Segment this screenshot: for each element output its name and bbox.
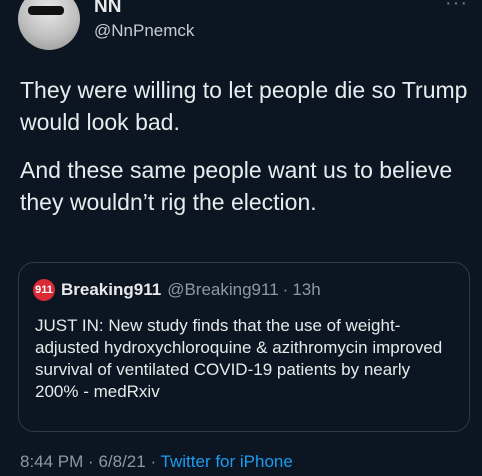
tweet-text: They were willing to let people die so T…	[20, 74, 470, 234]
author-handle[interactable]: @NnPnemck	[94, 20, 194, 42]
tweet-date: 6/8/21	[98, 452, 146, 471]
tweet-header: NN @NnPnemck	[18, 0, 194, 50]
quoted-author-handle: @Breaking911	[167, 280, 279, 299]
more-icon[interactable]: ···	[445, 0, 468, 15]
avatar-sunglasses	[28, 6, 64, 15]
quoted-author-name: Breaking911	[61, 280, 162, 299]
author-names: NN @NnPnemck	[94, 0, 194, 42]
tweet-source-link[interactable]: Twitter for iPhone	[161, 452, 293, 471]
avatar[interactable]	[18, 0, 80, 50]
tweet-footer: 8:44 PM · 6/8/21 · Twitter for iPhone	[20, 452, 293, 472]
author-display-name[interactable]: NN	[94, 0, 194, 18]
footer-separator-1: ·	[88, 452, 94, 471]
tweet-paragraph-2: And these same people want us to believe…	[20, 157, 453, 215]
tweet-time: 8:44 PM	[20, 452, 84, 471]
breaking911-logo-icon: 911	[33, 279, 55, 301]
tweet-paragraph-1: They were willing to let people die so T…	[20, 77, 468, 135]
quoted-tweet-text: JUST IN: New study finds that the use of…	[35, 316, 443, 401]
quoted-tweet-header: 911 Breaking911 @Breaking911 · 13h	[33, 279, 321, 301]
quoted-tweet[interactable]: 911 Breaking911 @Breaking911 · 13h JUST …	[18, 262, 470, 432]
footer-separator-2: ·	[150, 452, 157, 471]
quoted-timestamp: 13h	[292, 280, 321, 299]
quoted-separator: ·	[282, 280, 289, 299]
